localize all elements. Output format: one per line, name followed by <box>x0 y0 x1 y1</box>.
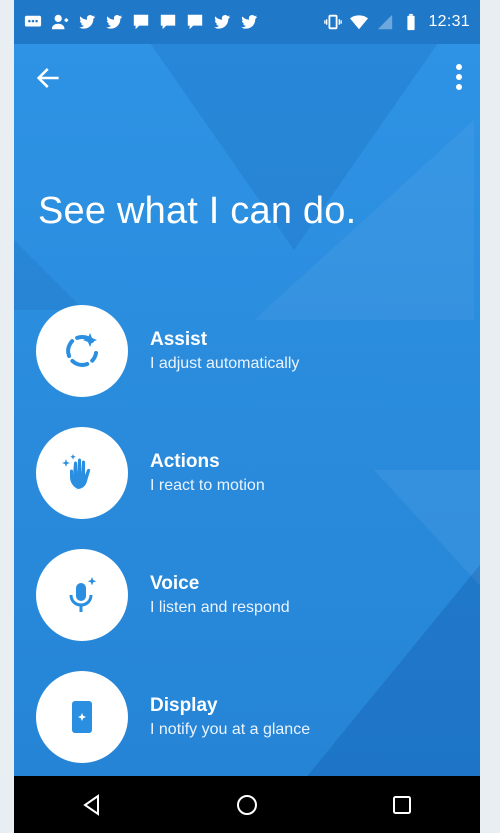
nav-recents-icon <box>393 795 412 814</box>
page-title: See what I can do. <box>38 190 357 232</box>
twitter-icon <box>240 15 258 29</box>
signal-icon <box>378 14 393 30</box>
twitter-icon <box>105 15 123 29</box>
vibrate-icon <box>324 14 343 30</box>
phone-display-icon <box>72 701 92 733</box>
more-vert-icon[interactable] <box>452 62 466 92</box>
frame-edge-right <box>480 0 500 833</box>
app-bar <box>14 44 480 110</box>
feature-icon-circle <box>36 549 128 641</box>
person-add-icon <box>51 14 69 30</box>
clock-time: 12:31 <box>428 13 470 30</box>
feature-icon-circle <box>36 427 128 519</box>
feature-text: Assist I adjust automatically <box>150 329 299 373</box>
feature-icon-circle <box>36 305 128 397</box>
twitter-icon <box>78 15 96 29</box>
arrow-back-icon[interactable] <box>34 64 62 92</box>
feature-item-assist[interactable]: Assist I adjust automatically <box>36 290 476 412</box>
feature-list: Assist I adjust automatically Actions I … <box>36 290 476 776</box>
status-bar: 12:31 <box>14 0 480 44</box>
feature-item-voice[interactable]: Voice I listen and respond <box>36 534 476 656</box>
feature-subtitle: I listen and respond <box>150 599 290 616</box>
comment-icon <box>160 14 176 30</box>
assist-icon <box>66 333 98 367</box>
twitter-icon <box>213 15 231 29</box>
frame-edge-left <box>0 0 14 833</box>
phone-screen: 12:31 See what I can do. Assist I adjust <box>0 0 500 833</box>
feature-title: Display <box>150 695 218 716</box>
nav-back-icon <box>82 793 99 816</box>
feature-title: Voice <box>150 573 200 594</box>
system-icons: 12:31 <box>324 13 470 31</box>
wifi-icon <box>350 15 369 30</box>
feature-subtitle: I notify you at a glance <box>150 721 311 738</box>
feature-text: Actions I react to motion <box>150 451 265 495</box>
nav-home-icon <box>236 794 257 815</box>
navigation-bar <box>14 776 480 833</box>
message-icon <box>24 15 42 27</box>
hand-wave-icon <box>62 454 91 490</box>
feature-icon-circle <box>36 671 128 763</box>
comment-icon <box>133 14 149 30</box>
feature-text: Voice I listen and respond <box>150 573 290 617</box>
feature-subtitle: I adjust automatically <box>150 355 300 372</box>
feature-item-display[interactable]: Display I notify you at a glance <box>36 656 476 776</box>
notification-icons <box>24 13 258 31</box>
battery-icon <box>407 13 416 31</box>
comment-icon <box>187 14 203 30</box>
feature-item-actions[interactable]: Actions I react to motion <box>36 412 476 534</box>
app-window: 12:31 See what I can do. Assist I adjust <box>14 0 480 776</box>
microphone-icon <box>69 577 97 612</box>
nav-back-button[interactable] <box>79 792 105 818</box>
feature-title: Actions <box>150 451 220 472</box>
feature-title: Assist <box>150 329 208 350</box>
nav-home-button[interactable] <box>234 792 260 818</box>
nav-recents-button[interactable] <box>389 792 415 818</box>
feature-subtitle: I react to motion <box>150 477 265 494</box>
feature-text: Display I notify you at a glance <box>150 695 310 739</box>
